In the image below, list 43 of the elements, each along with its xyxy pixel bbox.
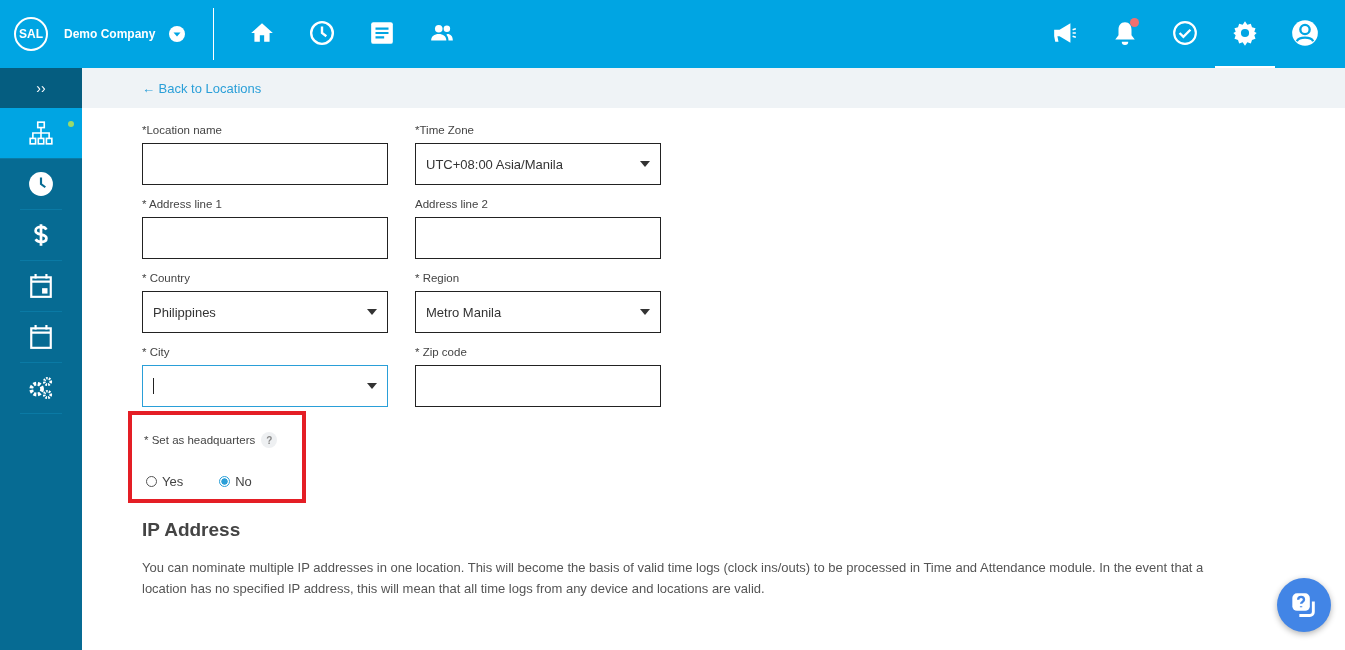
field-label: *Location name (142, 124, 223, 136)
help-icon (1290, 591, 1318, 619)
bell-icon[interactable] (1112, 20, 1138, 46)
field-label: * Address line 1 (142, 198, 223, 210)
radio-option[interactable]: No (219, 474, 252, 489)
caret-icon (367, 383, 377, 389)
select-field[interactable] (142, 365, 388, 407)
section-title: IP Address (142, 519, 242, 541)
hierarchy-icon (28, 120, 54, 146)
user-icon[interactable] (1291, 19, 1319, 47)
caret-icon (367, 309, 377, 315)
settings-icon[interactable] (1231, 19, 1259, 47)
check-circle-icon[interactable] (1172, 20, 1198, 46)
field-label: * City (142, 346, 171, 358)
field-label: * Region (415, 272, 461, 284)
field-label: *Time Zone (415, 124, 475, 136)
dropdown-icon[interactable] (169, 26, 186, 42)
document-icon[interactable] (369, 20, 396, 46)
status-dot (68, 121, 74, 127)
caret-icon (640, 309, 650, 315)
select-field[interactable]: Philippines (142, 291, 388, 333)
caret-icon (640, 161, 650, 167)
clock-icon[interactable] (309, 20, 336, 46)
input-field[interactable] (415, 217, 661, 259)
field-label: * Zip code (415, 346, 468, 358)
calendar-icon (28, 273, 54, 299)
sidebar-item[interactable] (0, 108, 82, 159)
sidebar-toggle[interactable]: ›› (0, 68, 82, 108)
field-label: * Country (142, 272, 191, 284)
input-field[interactable] (415, 365, 661, 407)
clock-icon (28, 171, 54, 197)
gears-icon (28, 375, 54, 401)
field-label: * Set as headquarters (144, 434, 256, 446)
calendar-icon (28, 324, 54, 350)
select-field[interactable]: Metro Manila (415, 291, 661, 333)
help-button[interactable] (1277, 578, 1331, 632)
notification-dot (1130, 18, 1139, 27)
input-field[interactable] (142, 143, 388, 185)
input-field[interactable] (142, 217, 388, 259)
section-description: You can nominate multiple IP addresses in one location. This will become the basis of valid time logs (clock ins/outs) to be processed in Time and Attendance module. In the event that a location has no specified IP address, this will mean that all time logs from any device and locations are valid. (142, 559, 1205, 598)
select-field[interactable]: UTC+08:00 Asia/Manila (415, 143, 661, 185)
field-label: Address line 2 (415, 198, 489, 210)
radio-option[interactable]: Yes (146, 474, 184, 489)
